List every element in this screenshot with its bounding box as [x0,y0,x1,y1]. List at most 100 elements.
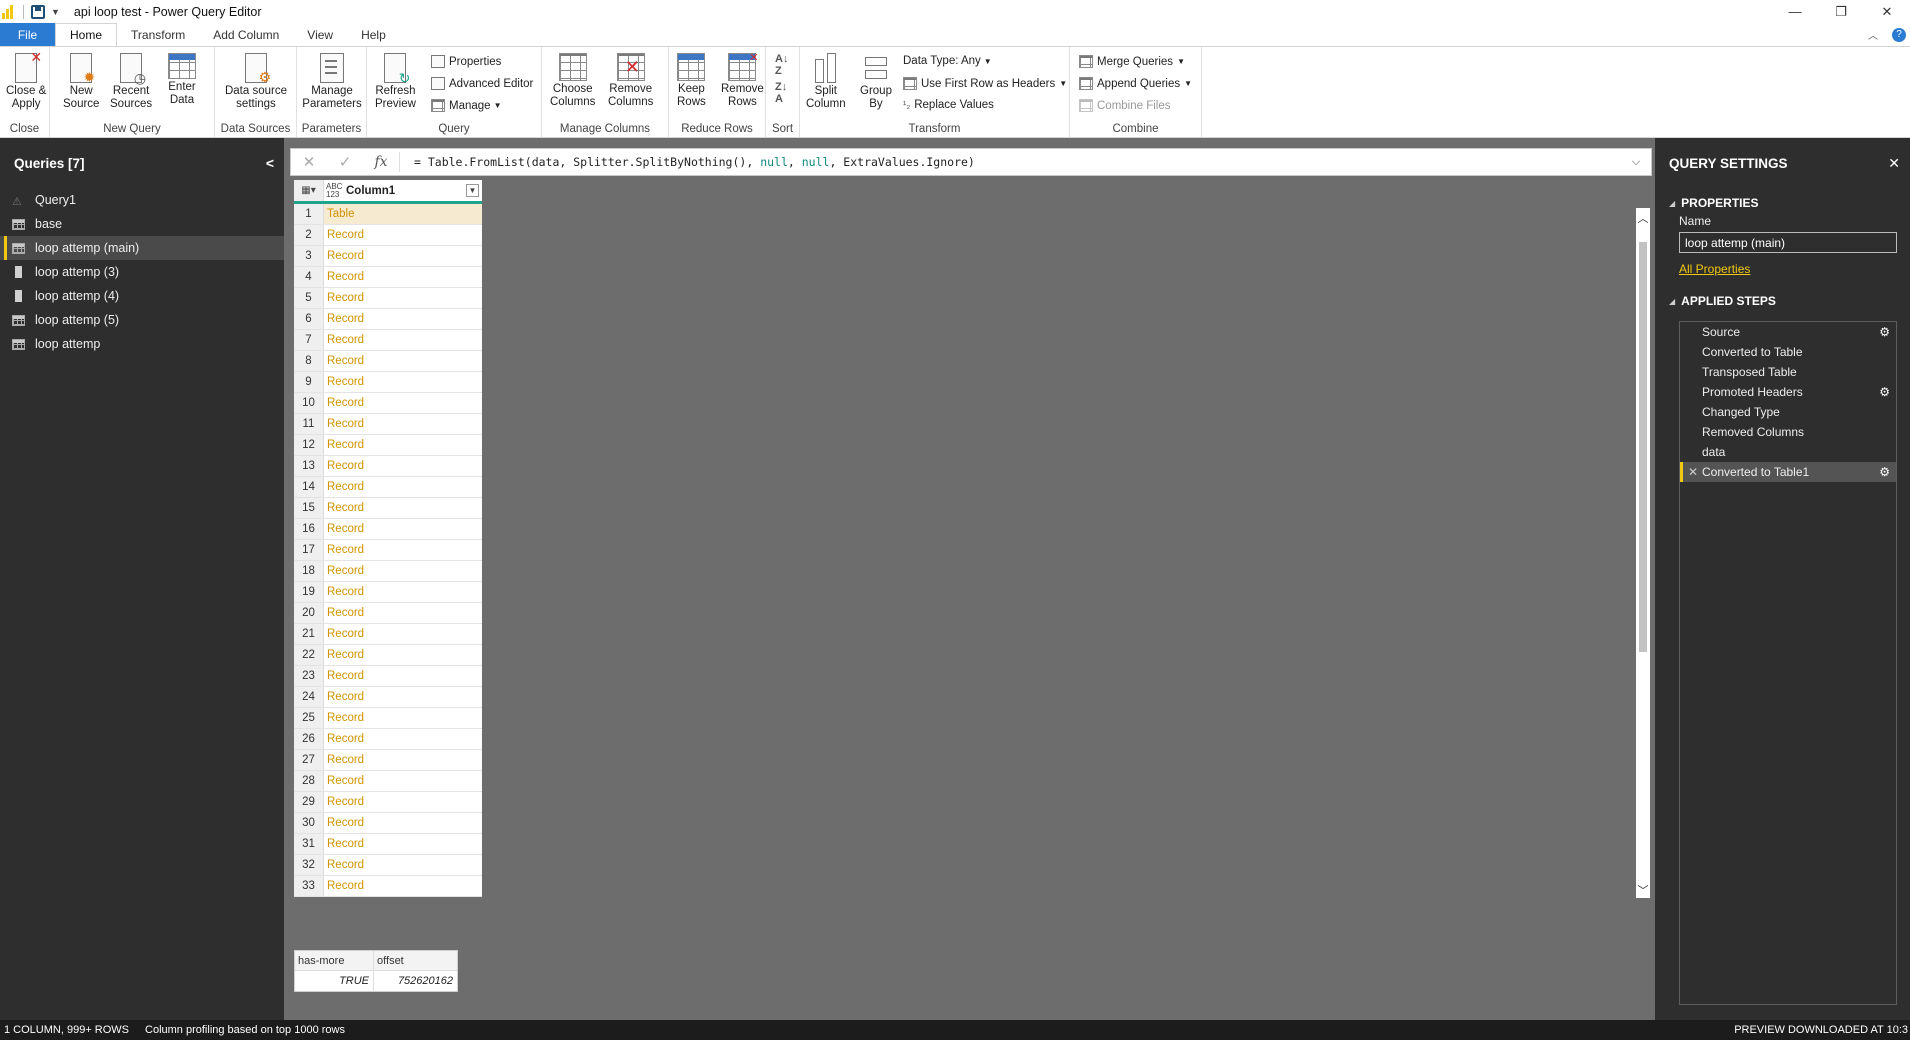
row-number[interactable]: 24 [294,687,324,707]
row-number[interactable]: 17 [294,540,324,560]
remove-rows-button[interactable]: ✕ Remove Rows [721,52,764,109]
close-apply-button[interactable]: ✕ Close & Apply [6,50,46,111]
table-cell[interactable]: Record [324,666,482,686]
append-queries-button[interactable]: Append Queries ▼ [1079,77,1192,90]
table-row[interactable]: 8 Record [294,351,482,372]
table-row[interactable]: 5 Record [294,288,482,309]
table-row[interactable]: 4 Record [294,267,482,288]
table-row[interactable]: 11 Record [294,414,482,435]
table-row[interactable]: 10 Record [294,393,482,414]
query-item-loop-attemp[interactable]: loop attemp [0,332,284,356]
properties-section-title[interactable]: ◢ PROPERTIES [1655,196,1910,210]
table-cell[interactable]: Record [324,540,482,560]
tab-transform[interactable]: Transform [117,23,199,46]
row-number[interactable]: 16 [294,519,324,539]
table-menu-icon[interactable]: ▦▾ [294,180,324,201]
table-cell[interactable]: Record [324,624,482,644]
table-row[interactable]: 13 Record [294,456,482,477]
row-number[interactable]: 13 [294,456,324,476]
enter-data-button[interactable]: Enter Data [168,53,196,107]
query-item-loop-attemp-main[interactable]: loop attemp (main) [0,236,284,260]
table-cell[interactable]: Record [324,330,482,350]
row-number[interactable]: 15 [294,498,324,518]
data-source-settings-button[interactable]: ⚙ Data source settings [217,53,295,111]
restore-button[interactable]: ❐ [1818,0,1864,23]
applied-step[interactable]: Source ⚙ [1680,322,1896,342]
fx-icon[interactable]: fx [363,154,399,170]
table-row[interactable]: 6 Record [294,309,482,330]
table-row[interactable]: 22 Record [294,645,482,666]
collapse-queries-icon[interactable]: < [266,155,274,171]
table-cell[interactable]: Record [324,855,482,875]
delete-step-icon[interactable]: ✕ [1688,465,1698,479]
keep-rows-button[interactable]: Keep Rows [677,53,706,109]
row-number[interactable]: 27 [294,750,324,770]
table-cell[interactable]: Record [324,309,482,329]
row-number[interactable]: 9 [294,372,324,392]
table-row[interactable]: 17 Record [294,540,482,561]
row-number[interactable]: 12 [294,435,324,455]
applied-steps-section-title[interactable]: ◢ APPLIED STEPS [1655,294,1910,308]
save-icon[interactable] [31,4,45,19]
new-source-button[interactable]: ✹ New Source [63,53,99,111]
table-row[interactable]: 29 Record [294,792,482,813]
table-row[interactable]: 2 Record [294,225,482,246]
close-window-button[interactable]: ✕ [1864,0,1910,23]
data-type-dropdown[interactable]: Data Type: Any ▼ [903,55,992,67]
remove-columns-button[interactable]: ✕ Remove Columns [608,53,653,109]
split-column-button[interactable]: Split Column [806,53,846,111]
table-row[interactable]: 30 Record [294,813,482,834]
table-row[interactable]: 19 Record [294,582,482,603]
table-cell[interactable]: Record [324,393,482,413]
table-cell[interactable]: Record [324,372,482,392]
quick-access-dropdown-icon[interactable]: ▼ [51,7,60,17]
sort-ascending-button[interactable]: A↓ Z [775,53,788,77]
table-cell[interactable]: Record [324,729,482,749]
row-number[interactable]: 31 [294,834,324,854]
tab-home[interactable]: Home [55,23,118,46]
query-item-loop-attemp-4[interactable]: loop attemp (4) [0,284,284,308]
applied-step[interactable]: Removed Columns [1680,422,1896,442]
table-cell[interactable]: Record [324,288,482,308]
table-cell[interactable]: Record [324,519,482,539]
row-number[interactable]: 29 [294,792,324,812]
applied-step[interactable]: Promoted Headers ⚙ [1680,382,1896,402]
query-item-base[interactable]: base [0,212,284,236]
table-row[interactable]: 23 Record [294,666,482,687]
query-item-loop-attemp-3[interactable]: loop attemp (3) [0,260,284,284]
row-number[interactable]: 30 [294,813,324,833]
table-cell[interactable]: Record [324,708,482,728]
tab-view[interactable]: View [293,23,347,46]
row-number[interactable]: 14 [294,477,324,497]
row-number[interactable]: 23 [294,666,324,686]
formula-input[interactable]: = Table.FromList(data, Splitter.SplitByN… [414,155,1621,169]
row-number[interactable]: 21 [294,624,324,644]
recent-sources-button[interactable]: ◷ Recent Sources [110,53,152,111]
table-row[interactable]: 20 Record [294,603,482,624]
row-number[interactable]: 6 [294,309,324,329]
cancel-formula-icon[interactable]: ✕ [291,153,327,171]
row-number[interactable]: 7 [294,330,324,350]
sort-descending-button[interactable]: Z↓ A [775,81,787,105]
row-number[interactable]: 25 [294,708,324,728]
row-number[interactable]: 8 [294,351,324,371]
table-cell[interactable]: Record [324,477,482,497]
vertical-scrollbar[interactable]: ︿ ﹀ [1636,208,1650,898]
step-settings-gear-icon[interactable]: ⚙ [1879,325,1890,339]
manage-button[interactable]: Manage ▼ [431,99,501,112]
table-row[interactable]: 3 Record [294,246,482,267]
table-row[interactable]: 18 Record [294,561,482,582]
query-item-loop-attemp-5[interactable]: loop attemp (5) [0,308,284,332]
table-cell[interactable]: Record [324,750,482,770]
close-settings-icon[interactable]: ✕ [1888,155,1900,172]
table-row[interactable]: 33 Record [294,876,482,897]
column-filter-dropdown-icon[interactable]: ▼ [466,184,479,197]
table-cell[interactable]: Record [324,456,482,476]
applied-step[interactable]: data [1680,442,1896,462]
table-row[interactable]: 21 Record [294,624,482,645]
row-number[interactable]: 1 [294,204,324,224]
properties-button[interactable]: Properties [431,55,501,68]
row-number[interactable]: 4 [294,267,324,287]
manage-parameters-button[interactable]: Manage Parameters [297,53,367,111]
tab-add-column[interactable]: Add Column [199,23,293,46]
